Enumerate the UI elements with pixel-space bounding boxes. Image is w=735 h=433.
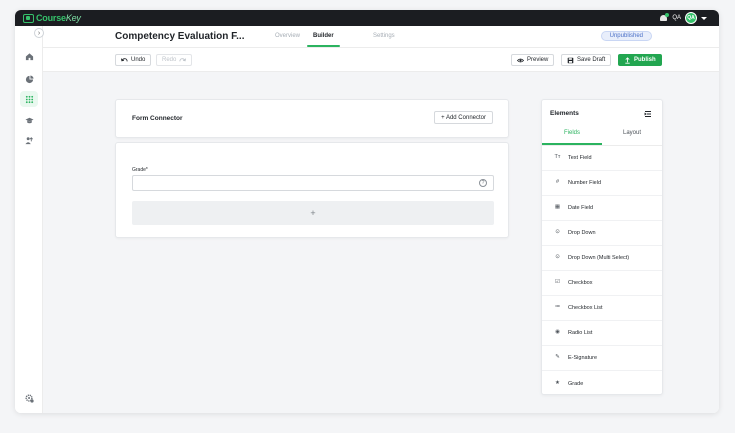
sidebar-item-forms[interactable] [20, 91, 38, 107]
tab-settings[interactable]: Settings [373, 33, 395, 39]
undo-icon [121, 57, 128, 61]
publish-button[interactable]: Publish [618, 54, 662, 66]
status-badge: Unpublished [600, 31, 652, 41]
add-connector-button[interactable]: + Add Connector [434, 111, 493, 124]
grade-field-label: Grade* [132, 167, 148, 173]
element-label: Checkbox [568, 280, 593, 286]
help-icon[interactable]: ? [479, 179, 487, 187]
publish-label: Publish [634, 57, 656, 63]
graduation-cap-icon [24, 117, 34, 123]
logo[interactable]: CourseKey [23, 12, 81, 24]
avatar[interactable]: QA [685, 12, 697, 24]
signature-icon: ✎ [555, 354, 560, 361]
calendar-icon: ▦ [554, 204, 561, 211]
redo-label: Redo [162, 57, 177, 63]
form-connector-title: Form Connector [132, 115, 183, 122]
eye-icon [517, 58, 524, 62]
form-connector-card: Form Connector + Add Connector [115, 99, 509, 138]
element-text-field[interactable]: Tт Text Field [542, 146, 662, 171]
element-checkbox[interactable]: ☑ Checkbox [542, 271, 662, 296]
redo-icon [179, 57, 187, 61]
sidebar-item-reports[interactable] [20, 71, 38, 87]
builder-canvas: Form Connector + Add Connector Grade* ? … [43, 72, 719, 413]
element-drop-down-multi[interactable]: ⊙ Drop Down (Multi Select) [542, 246, 662, 271]
element-label: Text Field [568, 155, 592, 161]
tab-fields[interactable]: Fields [564, 130, 580, 136]
tab-layout[interactable]: Layout [623, 130, 641, 136]
element-label: Checkbox List [568, 305, 603, 311]
sidebar-item-users[interactable] [20, 132, 38, 148]
checkbox-icon: ☑ [555, 279, 560, 286]
logo-icon [23, 13, 34, 23]
tab-builder[interactable]: Builder [313, 33, 334, 39]
page-title: Competency Evaluation F... [115, 31, 245, 42]
element-date-field[interactable]: ▦ Date Field [542, 196, 662, 221]
element-label: Drop Down [568, 230, 596, 236]
element-label: Grade [568, 380, 584, 387]
logo-text: CourseKey [36, 13, 81, 23]
top-bar: CourseKey QA QA [15, 10, 719, 26]
app-window: CourseKey QA QA › Competency Evaluation … [15, 10, 719, 413]
tab-overview[interactable]: Overview [275, 33, 300, 39]
save-draft-button[interactable]: Save Draft [561, 54, 612, 66]
element-label: Number Field [568, 180, 602, 186]
element-label: Drop Down (Multi Select) [568, 255, 630, 261]
sidebar-item-settings[interactable] [20, 390, 38, 406]
form-section-card: Grade* ? + [115, 142, 509, 238]
number-field-icon: # [555, 179, 560, 186]
element-grade[interactable]: ★ Grade [542, 371, 662, 396]
radio-list-icon: ◉ [555, 329, 560, 336]
page-header: Competency Evaluation F... Overview Buil… [43, 26, 719, 48]
save-draft-label: Save Draft [577, 57, 606, 63]
checkbox-list-icon: ≔ [554, 304, 561, 311]
active-tab-indicator [307, 45, 340, 47]
redo-button[interactable]: Redo [156, 54, 193, 66]
element-label: Radio List [568, 330, 593, 336]
save-icon [567, 57, 574, 63]
add-field-button[interactable]: + [132, 201, 494, 225]
pie-chart-icon [25, 74, 34, 83]
preview-button[interactable]: Preview [511, 54, 555, 66]
grade-icon: ★ [555, 379, 560, 386]
user-area: QA QA [659, 12, 707, 24]
chevron-down-icon[interactable] [701, 16, 707, 20]
undo-label: Undo [131, 57, 146, 63]
element-e-signature[interactable]: ✎ E-Signature [542, 346, 662, 371]
dropdown-icon: ⊙ [555, 229, 560, 236]
sidebar: › [15, 26, 44, 413]
elements-list: Tт Text Field # Number Field ▦ Date Field ⊙… [542, 146, 662, 396]
text-field-icon: Tт [554, 154, 561, 161]
element-label: Date Field [568, 205, 594, 211]
element-radio-list[interactable]: ◉ Radio List [542, 321, 662, 346]
user-initials: QA [672, 15, 681, 21]
sidebar-item-courses[interactable] [20, 112, 38, 128]
grade-input[interactable]: ? [132, 175, 494, 191]
preview-label: Preview [527, 57, 549, 63]
elements-panel: Elements Fields Layout Tт Text Field # Num… [541, 99, 663, 395]
element-label: E-Signature [568, 355, 598, 361]
element-checkbox-list[interactable]: ≔ Checkbox List [542, 296, 662, 321]
undo-button[interactable]: Undo [115, 54, 152, 66]
toolbar: Undo Redo Preview Save Draft Publish [43, 48, 719, 72]
home-icon [25, 52, 33, 60]
notification-bell-icon[interactable] [659, 13, 670, 23]
grid-icon [25, 95, 33, 103]
element-number-field[interactable]: # Number Field [542, 171, 662, 196]
users-icon [24, 136, 33, 144]
gear-icon [24, 393, 34, 403]
dropdown-multi-icon: ⊙ [555, 254, 560, 261]
collapse-panel-icon[interactable] [644, 110, 652, 118]
element-drop-down[interactable]: ⊙ Drop Down [542, 221, 662, 246]
upload-icon [625, 56, 630, 64]
sidebar-item-home[interactable] [20, 48, 38, 64]
elements-title: Elements [550, 110, 579, 117]
